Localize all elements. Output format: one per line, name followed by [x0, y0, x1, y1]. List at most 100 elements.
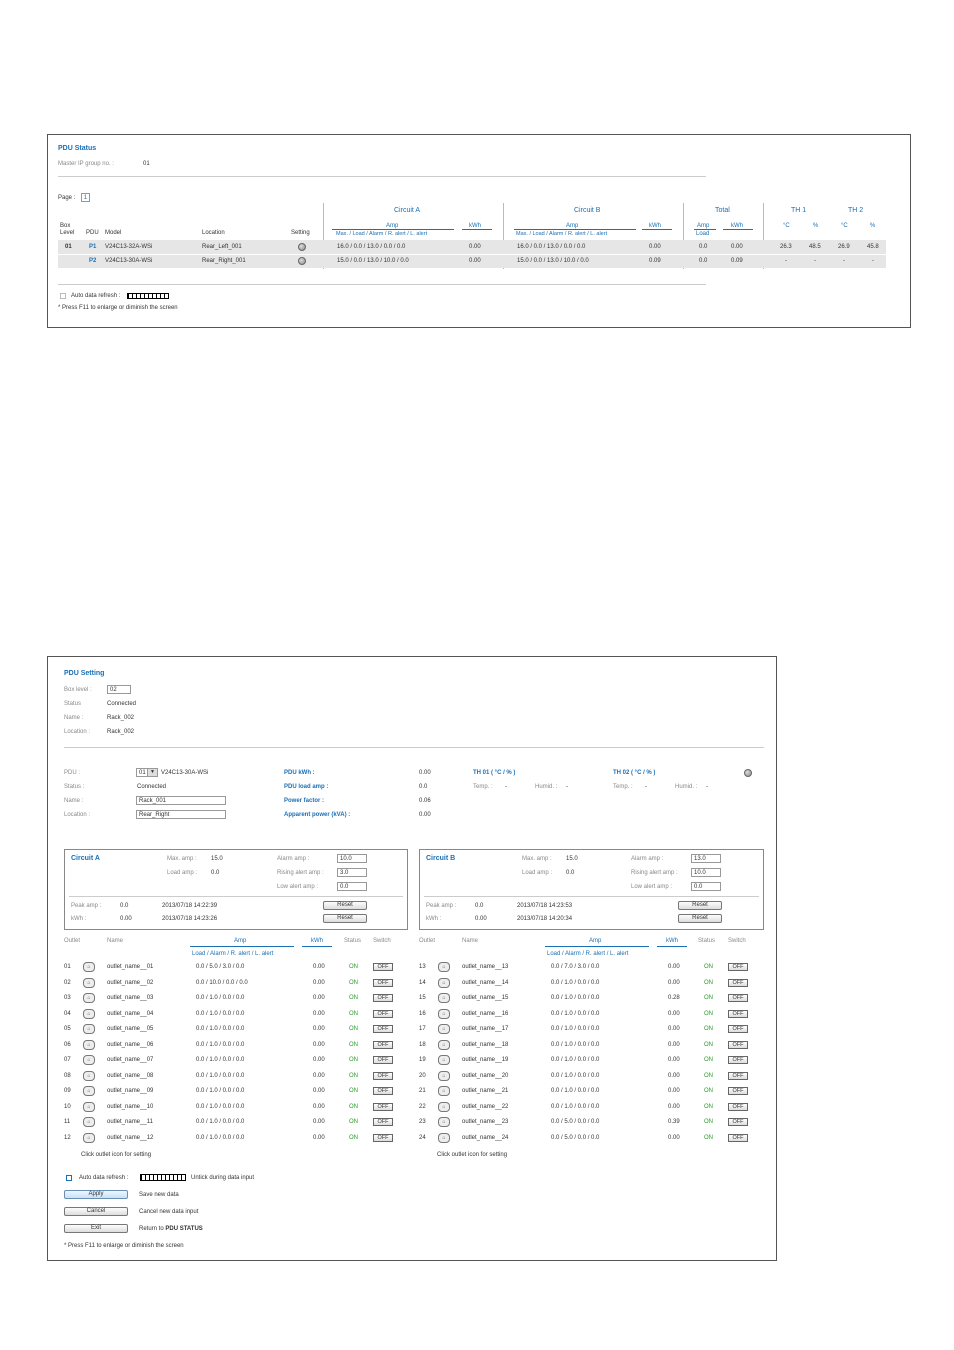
outlet-plug-icon[interactable]: ⌂ [438, 1070, 450, 1081]
reset-peak-button[interactable]: Reset [323, 901, 367, 910]
outlet-plug-icon[interactable]: ⌂ [438, 993, 450, 1003]
low-alert-input[interactable]: 0.0 [337, 882, 367, 891]
alarm-amp-input[interactable]: 13.0 [691, 854, 721, 863]
outlet-switch-button[interactable]: OFF [728, 1133, 748, 1142]
row-a-kwh: 0.00 [469, 258, 481, 264]
rising-alert-input[interactable]: 10.0 [691, 868, 721, 877]
reset-kwh-button[interactable]: Reset [323, 914, 367, 923]
outlet-switch-button[interactable]: OFF [373, 1133, 393, 1142]
outlet-switch-button[interactable]: OFF [373, 1056, 393, 1064]
row-b-kwh: 0.00 [649, 244, 661, 250]
outlet-switch-button[interactable]: OFF [373, 1071, 393, 1080]
outlet-switch-button[interactable]: OFF [373, 1009, 393, 1018]
outlet-plug-icon[interactable]: ⌂ [83, 1117, 95, 1127]
pdu-select[interactable]: 01 ▼ [136, 768, 158, 777]
low-alert-input[interactable]: 0.0 [691, 882, 721, 891]
outlet-switch-button[interactable]: OFF [728, 1040, 748, 1049]
outlet-plug-icon[interactable]: ⌂ [438, 1024, 450, 1034]
load-amp-value: 0.0 [566, 870, 575, 876]
auto-refresh-label: Auto data refresh : [79, 1175, 129, 1181]
col-pdu: PDU [86, 230, 99, 236]
outlet-amp: 0.0 / 1.0 / 0.0 / 0.0 [196, 1057, 245, 1063]
outlet-switch-button[interactable]: OFF [373, 1118, 393, 1126]
outlet-name: outlet_name__19 [462, 1057, 509, 1063]
outlet-switch-button[interactable]: OFF [728, 1087, 748, 1095]
page-selector[interactable]: 1 [81, 193, 90, 202]
outlet-switch-button[interactable]: OFF [728, 1102, 748, 1111]
outlet-switch-button[interactable]: OFF [373, 1025, 393, 1033]
outlet-plug-icon[interactable]: ⌂ [83, 1024, 95, 1034]
setting-icon[interactable] [298, 257, 306, 265]
auto-refresh-checkbox[interactable] [66, 1175, 72, 1181]
outlet-number: 19 [419, 1057, 426, 1063]
switch-header: Switch [728, 938, 746, 944]
outlet-plug-icon[interactable]: ⌂ [438, 1008, 450, 1019]
outlet-switch-button[interactable]: OFF [728, 963, 748, 971]
outlet-switch-button[interactable]: OFF [728, 994, 748, 1002]
outlet-plug-icon[interactable]: ⌂ [83, 1008, 95, 1019]
outlet-switch-button[interactable]: OFF [728, 978, 748, 987]
box-status-label: Status [64, 701, 82, 707]
outlet-plug-icon[interactable]: ⌂ [83, 1101, 95, 1112]
max-amp-label: Max. amp : [167, 856, 197, 862]
outlet-plug-icon[interactable]: ⌂ [438, 1039, 450, 1050]
outlet-switch-button[interactable]: OFF [373, 1102, 393, 1111]
outlet-plug-icon[interactable]: ⌂ [83, 962, 95, 972]
apply-button[interactable]: Apply [64, 1190, 128, 1199]
cancel-button[interactable]: Cancel [64, 1207, 128, 1216]
auto-refresh-checkbox[interactable] [60, 293, 66, 299]
outlet-switch-button[interactable]: OFF [728, 1009, 748, 1018]
outlet-number: 03 [64, 995, 71, 1001]
outlet-plug-icon[interactable]: ⌂ [438, 1117, 450, 1127]
outlet-switch-button[interactable]: OFF [373, 994, 393, 1002]
outlet-switch-button[interactable]: OFF [373, 978, 393, 987]
reset-kwh-button[interactable]: Reset [678, 914, 722, 923]
outlet-plug-icon[interactable]: ⌂ [83, 1070, 95, 1081]
alarm-amp-input[interactable]: 10.0 [337, 854, 367, 863]
row-pdu-link[interactable]: P1 [89, 244, 96, 250]
rising-alert-label: Rising alert amp : [277, 870, 324, 876]
kwh-value: 0.00 [475, 916, 487, 922]
outlet-name: outlet_name__11 [107, 1119, 153, 1125]
outlet-plug-icon[interactable]: ⌂ [438, 1055, 450, 1065]
outlet-status: ON [704, 1026, 713, 1032]
exit-button[interactable]: Exit [64, 1224, 128, 1233]
outlet-plug-icon[interactable]: ⌂ [83, 1132, 95, 1143]
outlet-plug-icon[interactable]: ⌂ [438, 1101, 450, 1112]
outlet-plug-icon[interactable]: ⌂ [83, 993, 95, 1003]
outlet-plug-icon[interactable]: ⌂ [438, 1132, 450, 1143]
pdu-location-input[interactable]: Rear_Right [136, 810, 226, 819]
outlet-plug-icon[interactable]: ⌂ [438, 1086, 450, 1096]
outlet-switch-button[interactable]: OFF [728, 1025, 748, 1033]
setting-icon[interactable] [298, 243, 306, 251]
setting-title: PDU Setting [64, 670, 105, 677]
outlet-name: outlet_name__05 [107, 1026, 154, 1032]
outlet-status: ON [704, 1041, 713, 1048]
outlet-plug-icon[interactable]: ⌂ [438, 977, 450, 988]
row-pdu-link[interactable]: P2 [89, 258, 96, 264]
rising-alert-input[interactable]: 3.0 [337, 868, 367, 877]
outlet-switch-button[interactable]: OFF [373, 1087, 393, 1095]
outlet-plug-icon[interactable]: ⌂ [83, 1039, 95, 1050]
outlet-plug-icon[interactable]: ⌂ [83, 1055, 95, 1065]
outlet-kwh: 0.00 [313, 1041, 325, 1048]
outlet-number: 18 [419, 1041, 426, 1048]
outlet-switch-button[interactable]: OFF [373, 963, 393, 971]
reset-peak-button[interactable]: Reset [678, 901, 722, 910]
outlet-status: ON [349, 1057, 358, 1063]
pdu-label: PDU : [64, 770, 81, 776]
outlet-plug-icon[interactable]: ⌂ [83, 1086, 95, 1096]
outlet-switch-button[interactable]: OFF [728, 1118, 748, 1126]
outlet-number: 06 [64, 1041, 71, 1048]
outlet-plug-icon[interactable]: ⌂ [438, 962, 450, 972]
outlet-amp: 0.0 / 1.0 / 0.0 / 0.0 [196, 1103, 245, 1110]
box-level-field[interactable]: 02 [107, 685, 131, 694]
outlet-number: 13 [419, 964, 426, 970]
outlet-switch-button[interactable]: OFF [728, 1056, 748, 1064]
outlet-plug-icon[interactable]: ⌂ [83, 977, 95, 988]
outlet-kwh: 0.00 [313, 1010, 325, 1017]
outlet-switch-button[interactable]: OFF [728, 1071, 748, 1080]
pdu-name-input[interactable]: Rack_001 [136, 796, 226, 805]
row-th1-temp: 26.3 [780, 244, 792, 250]
outlet-switch-button[interactable]: OFF [373, 1040, 393, 1049]
